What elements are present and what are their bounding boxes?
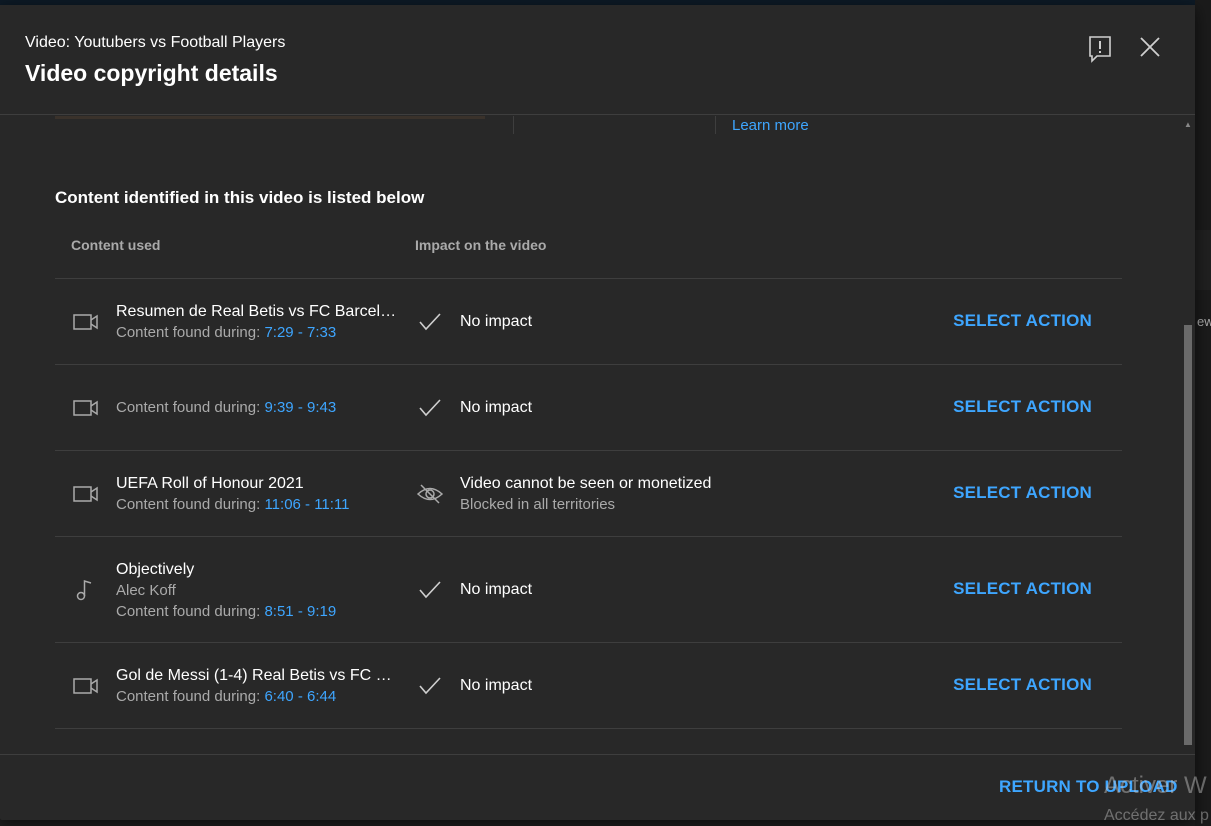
music-note-icon: [73, 579, 99, 601]
check-icon: [417, 397, 443, 419]
check-icon: [417, 579, 443, 601]
impact-text: No impact: [460, 581, 533, 598]
content-time-link[interactable]: 8:51 - 9:19: [264, 603, 336, 620]
column-header-content: Content used: [71, 237, 161, 253]
background-page: ew: [1195, 0, 1211, 826]
scrollbar-thumb[interactable]: [1184, 325, 1192, 745]
table-row: UEFA Roll of Honour 2021 Content found d…: [55, 451, 1122, 537]
background-text-fragment: ew: [1197, 314, 1211, 329]
content-name: Resumen de Real Betis vs FC Barcelo…: [116, 303, 401, 320]
impact-subtext: Blocked in all territories: [460, 496, 616, 513]
content-time-link[interactable]: 6:40 - 6:44: [264, 688, 336, 705]
activation-watermark-line1: Activer W: [1104, 772, 1207, 799]
content-cell: Resumen de Real Betis vs FC Barcelo… Con…: [116, 301, 401, 343]
select-action-button[interactable]: SELECT ACTION: [953, 483, 1092, 503]
dialog-header: Video: Youtubers vs Football Players Vid…: [0, 5, 1195, 115]
check-icon: [417, 311, 443, 333]
impact-text: No impact: [460, 313, 533, 330]
content-cell: Objectively Alec Koff Content found duri…: [116, 559, 401, 622]
found-label: Content found during:: [116, 688, 265, 705]
video-camera-icon: [73, 483, 99, 505]
impact-cell: No impact: [460, 579, 532, 600]
dialog-subtitle: Video: Youtubers vs Football Players: [25, 34, 286, 51]
scroll-up-arrow-icon[interactable]: ▲: [1184, 120, 1192, 129]
video-camera-icon: [73, 675, 99, 697]
scrollbar[interactable]: ▲: [1181, 120, 1193, 755]
content-artist: Alec Koff: [116, 582, 176, 599]
close-icon[interactable]: [1138, 35, 1162, 59]
check-icon: [417, 675, 443, 697]
impact-cell: No impact: [460, 311, 532, 332]
content-found: Content found during: 11:06 - 11:11: [116, 494, 401, 515]
background-panel: [1195, 230, 1211, 290]
dialog-title: Video copyright details: [25, 60, 278, 86]
column-divider: [513, 116, 514, 134]
video-camera-icon: [73, 311, 99, 333]
content-time-link[interactable]: 11:06 - 11:11: [264, 496, 349, 513]
eye-off-icon: [416, 483, 444, 505]
column-divider: [715, 116, 716, 134]
content-name: Objectively: [116, 561, 195, 578]
impact-cell: No impact: [460, 675, 532, 696]
table-row: Objectively Alec Koff Content found duri…: [55, 537, 1122, 643]
copyright-dialog: Video: Youtubers vs Football Players Vid…: [0, 5, 1195, 820]
content-table: Resumen de Real Betis vs FC Barcelo… Con…: [55, 278, 1122, 729]
video-camera-icon: [73, 397, 99, 419]
content-name: Gol de Messi (1-4) Real Betis vs FC B…: [116, 667, 401, 684]
impact-text: No impact: [460, 677, 533, 694]
activation-watermark-line2: Accédez aux p: [1104, 807, 1209, 824]
select-action-button[interactable]: SELECT ACTION: [953, 397, 1092, 417]
section-title: Content identified in this video is list…: [55, 188, 425, 207]
dialog-body: Learn more ▲ Content identified in this …: [0, 116, 1195, 755]
found-label: Content found during:: [116, 496, 265, 513]
impact-text: No impact: [460, 399, 533, 416]
learn-more-link[interactable]: Learn more: [732, 117, 809, 134]
content-cell: UEFA Roll of Honour 2021 Content found d…: [116, 473, 401, 515]
content-found: Content found during: 6:40 - 6:44: [116, 686, 401, 707]
select-action-button[interactable]: SELECT ACTION: [953, 311, 1092, 331]
content-found: Content found during: 8:51 - 9:19: [116, 601, 401, 622]
found-label: Content found during:: [116, 399, 265, 416]
content-cell: Gol de Messi (1-4) Real Betis vs FC B… C…: [116, 665, 401, 707]
content-found: Content found during: 7:29 - 7:33: [116, 322, 401, 343]
column-header-impact: Impact on the video: [415, 237, 547, 253]
impact-cell: Video cannot be seen or monetized Blocke…: [460, 473, 711, 515]
found-label: Content found during:: [116, 324, 265, 341]
video-thumbnail-edge: [55, 116, 485, 119]
content-cell: Content found during: 9:39 - 9:43: [116, 397, 401, 418]
table-row: Content found during: 9:39 - 9:43 No imp…: [55, 365, 1122, 451]
content-found: Content found during: 9:39 - 9:43: [116, 397, 401, 418]
found-label: Content found during:: [116, 603, 265, 620]
table-row: Gol de Messi (1-4) Real Betis vs FC B… C…: [55, 643, 1122, 729]
table-row: Resumen de Real Betis vs FC Barcelo… Con…: [55, 279, 1122, 365]
content-time-link[interactable]: 7:29 - 7:33: [264, 324, 336, 341]
impact-cell: No impact: [460, 397, 532, 418]
select-action-button[interactable]: SELECT ACTION: [953, 675, 1092, 695]
content-time-link[interactable]: 9:39 - 9:43: [264, 399, 336, 416]
feedback-icon[interactable]: [1088, 35, 1112, 63]
impact-text: Video cannot be seen or monetized: [460, 475, 712, 492]
content-name: UEFA Roll of Honour 2021: [116, 475, 304, 492]
select-action-button[interactable]: SELECT ACTION: [953, 579, 1092, 599]
dialog-footer: RETURN TO UPLOAD: [0, 754, 1195, 820]
